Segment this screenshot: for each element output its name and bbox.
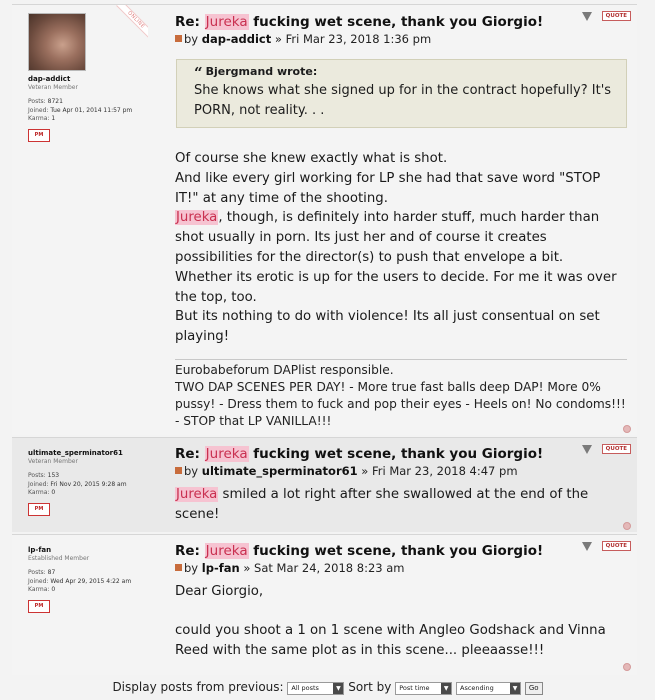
karma: Karma: 1 — [28, 115, 56, 122]
karma: Karma: 0 — [28, 586, 56, 593]
search-highlight: Jureka — [204, 446, 249, 462]
search-highlight: Jureka — [204, 543, 249, 559]
search-highlight: Jureka — [175, 487, 219, 502]
post-content: Jureka smiled a lot right after she swal… — [175, 487, 589, 522]
chevron-down-icon: ▼ — [441, 683, 452, 694]
joined-date: Joined: Fri Nov 20, 2015 9:28 am — [28, 480, 127, 488]
post-line: Dear Giorgio, — [175, 584, 264, 599]
signature-line: TWO DAP SCENES PER DAY! - More true fast… — [175, 379, 626, 428]
author-link[interactable]: lp-fan — [202, 561, 240, 575]
post-author: by dap-addict » Fri Mar 23, 2018 1:36 pm — [175, 31, 627, 47]
pm-button[interactable]: PM — [28, 599, 50, 613]
post: lp-fan Established Member Posts: 87 Join… — [12, 534, 637, 675]
post: ultimate_sperminator61 Veteran Member Po… — [12, 437, 637, 532]
display-options-bar: Display posts from previous: All posts ▼ … — [0, 677, 655, 697]
display-label: Display posts from previous: — [112, 680, 284, 694]
author-link[interactable]: ultimate_sperminator61 — [202, 464, 358, 478]
post-line: And like every girl working for LP she h… — [175, 170, 601, 206]
post-author: by lp-fan » Sat Mar 24, 2018 8:23 am — [175, 560, 627, 576]
sort-label: Sort by — [348, 680, 392, 694]
joined-date: Joined: Tue Apr 01, 2014 11:57 pm — [28, 106, 133, 114]
post-profile: lp-fan Established Member Posts: 87 Join… — [28, 546, 158, 613]
post-body: Re: Jureka fucking wet scene, thank you … — [175, 13, 627, 430]
karma: Karma: 0 — [28, 489, 56, 496]
post-profile: ultimate_sperminator61 Veteran Member Po… — [28, 449, 158, 516]
pm-button[interactable]: PM — [28, 128, 50, 142]
chevron-down-icon: ▼ — [333, 683, 344, 694]
username[interactable]: lp-fan — [28, 546, 158, 555]
avatar[interactable] — [28, 13, 86, 71]
search-highlight: Jureka — [175, 210, 219, 226]
post-count: Posts: 8721 — [28, 98, 63, 105]
post-line: could you shoot a 1 on 1 scene with Angl… — [175, 622, 606, 658]
username[interactable]: dap-addict — [28, 75, 158, 84]
post-paragraph: Jureka, though, is definitely into harde… — [175, 210, 600, 265]
back-to-top-icon[interactable] — [623, 663, 631, 671]
sort-by-select[interactable]: Post time ▼ — [395, 682, 453, 695]
post-date: » Sat Mar 24, 2018 8:23 am — [243, 561, 405, 575]
back-to-top-icon[interactable] — [623, 522, 631, 530]
chevron-down-icon: ▼ — [510, 683, 521, 694]
user-rank: Established Member — [28, 554, 90, 562]
post-link-icon[interactable] — [175, 564, 182, 571]
post-date: » Fri Mar 23, 2018 4:47 pm — [361, 464, 518, 478]
search-highlight: Jureka — [204, 14, 249, 30]
user-rank: Veteran Member — [28, 83, 78, 91]
post-content: Of course she knew exactly what is shot.… — [175, 149, 627, 347]
online-badge: ONLINE — [110, 5, 148, 43]
display-posts-select[interactable]: All posts ▼ — [287, 682, 345, 695]
post-line: But its nothing to do with violence! Its… — [175, 309, 600, 345]
post-link-icon[interactable] — [175, 35, 182, 42]
post-content: Dear Giorgio, could you shoot a 1 on 1 s… — [175, 582, 627, 660]
go-button[interactable]: Go — [524, 682, 543, 695]
sort-order-select[interactable]: Ascending ▼ — [456, 682, 522, 695]
post-body: Re: Jureka fucking wet scene, thank you … — [175, 445, 627, 525]
post-line: Whether its erotic is up for the users t… — [175, 269, 617, 305]
post-title[interactable]: Re: Jureka fucking wet scene, thank you … — [175, 542, 627, 560]
post-count: Posts: 153 — [28, 472, 60, 479]
quote-cite: “Bjergmand wrote: — [194, 64, 318, 82]
author-link[interactable]: dap-addict — [202, 32, 271, 46]
joined-date: Joined: Wed Apr 29, 2015 4:22 am — [28, 577, 132, 585]
signature: Eurobabeforum DAPlist responsible. TWO D… — [175, 358, 627, 430]
post-date: » Fri Mar 23, 2018 1:36 pm — [274, 32, 432, 46]
post-count: Posts: 87 — [28, 569, 56, 576]
pm-button[interactable]: PM — [28, 502, 50, 516]
post-link-icon[interactable] — [175, 467, 182, 474]
post-author: by ultimate_sperminator61 » Fri Mar 23, … — [175, 463, 627, 479]
post-body: Re: Jureka fucking wet scene, thank you … — [175, 542, 627, 660]
post-title[interactable]: Re: Jureka fucking wet scene, thank you … — [175, 445, 627, 463]
quote-block: “Bjergmand wrote: She knows what she sig… — [176, 59, 627, 128]
user-rank: Veteran Member — [28, 457, 78, 465]
signature-line: Eurobabeforum DAPlist responsible. — [175, 362, 394, 377]
post: dap-addict Veteran Member Posts: 8721 Jo… — [12, 4, 637, 435]
username[interactable]: ultimate_sperminator61 — [28, 449, 158, 458]
back-to-top-icon[interactable] — [623, 425, 631, 433]
post-title[interactable]: Re: Jureka fucking wet scene, thank you … — [175, 13, 627, 31]
post-line: Of course she knew exactly what is shot. — [175, 151, 448, 166]
quote-text: She knows what she signed up for in the … — [194, 83, 612, 118]
